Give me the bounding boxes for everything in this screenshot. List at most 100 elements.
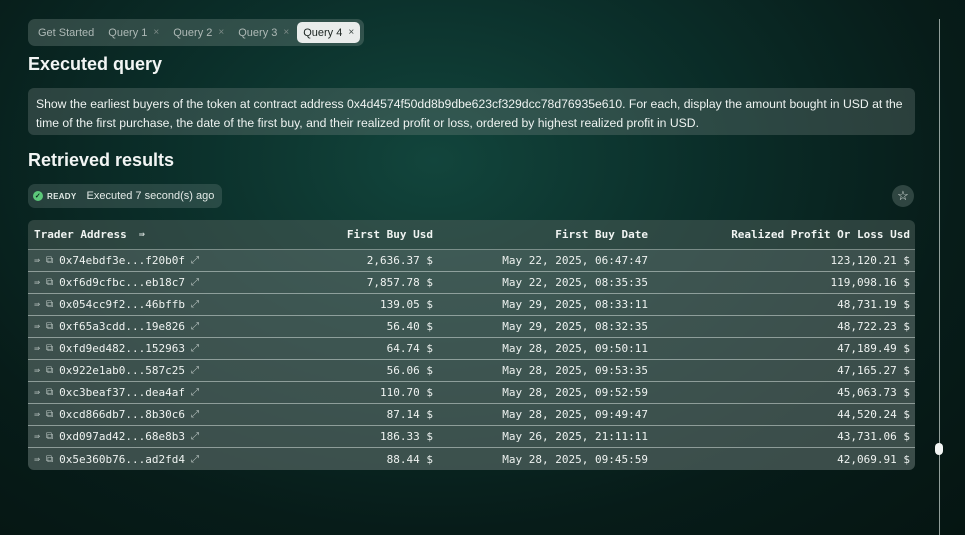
first-buy-usd-cell: 186.33 $	[380, 430, 433, 443]
check-icon: ✓	[33, 191, 43, 201]
first-buy-date-cell: May 28, 2025, 09:53:35	[502, 364, 648, 377]
close-icon[interactable]: ×	[153, 27, 159, 38]
filter-icon[interactable]: ⇛	[34, 343, 40, 354]
table-row: ⇛ ⧉ 0x74ebdf3e...f20b0f ⤢ 2,636.37 $ May 22, …	[28, 250, 915, 272]
tab-label: Get Started	[38, 26, 95, 39]
realized-profit-cell: 48,722.23 $	[837, 320, 910, 333]
star-button[interactable]: ☆	[892, 185, 914, 207]
copy-icon[interactable]: ⧉	[46, 255, 53, 266]
retrieved-results-heading: Retrieved results	[28, 150, 175, 170]
trader-address-cell: ⇛ ⧉ 0xf65a3cdd...19e826 ⤢	[28, 320, 228, 333]
copy-icon[interactable]: ⧉	[46, 321, 53, 332]
table-row: ⇛ ⧉ 0xc3beaf37...dea4af ⤢ 110.70 $ May 28, 20…	[28, 382, 915, 404]
filter-icon[interactable]: ⇛	[34, 255, 40, 266]
trader-address: 0x74ebdf3e...f20b0f	[59, 254, 186, 267]
filter-icon[interactable]: ⇛	[34, 454, 40, 465]
trader-address-cell: ⇛ ⧉ 0xf6d9cfbc...eb18c7 ⤢	[28, 276, 228, 289]
external-link-icon[interactable]: ⤢	[191, 387, 199, 398]
scrollbar-track[interactable]	[939, 19, 940, 535]
external-link-icon[interactable]: ⤢	[191, 365, 199, 376]
sort-icon[interactable]: ⇛	[139, 229, 145, 240]
external-link-icon[interactable]: ⤢	[191, 277, 199, 288]
first-buy-usd-cell: 88.44 $	[386, 452, 433, 466]
first-buy-date-cell: May 28, 2025, 09:50:11	[502, 342, 648, 355]
copy-icon[interactable]: ⧉	[46, 409, 53, 420]
external-link-icon[interactable]: ⤢	[191, 299, 199, 310]
scrollbar-handle[interactable]	[935, 443, 943, 455]
first-buy-date-cell: May 29, 2025, 08:32:35	[502, 320, 648, 333]
close-icon[interactable]: ×	[218, 27, 224, 38]
first-buy-usd-cell: 56.06 $	[386, 364, 433, 377]
executed-query-text: Show the earliest buyers of the token at…	[28, 88, 915, 135]
close-icon[interactable]: ×	[348, 27, 354, 38]
external-link-icon[interactable]: ⤢	[191, 409, 199, 420]
tab-query-1[interactable]: Query 1 ×	[102, 22, 165, 43]
first-buy-date-cell: May 28, 2025, 09:45:59	[502, 452, 648, 466]
copy-icon[interactable]: ⧉	[46, 343, 53, 354]
column-header-trader-address[interactable]: Trader Address ⇛	[28, 228, 228, 241]
column-header-first-buy-date[interactable]: First Buy Date	[433, 228, 648, 241]
filter-icon[interactable]: ⇛	[34, 387, 40, 398]
external-link-icon[interactable]: ⤢	[191, 431, 199, 442]
realized-profit-cell: 44,520.24 $	[837, 408, 910, 421]
results-table: Trader Address ⇛ First Buy Usd First Buy…	[28, 220, 915, 470]
tab-label: Query 1	[108, 26, 148, 39]
filter-icon[interactable]: ⇛	[34, 321, 40, 332]
first-buy-usd-cell: 139.05 $	[380, 298, 433, 311]
tab-query-2[interactable]: Query 2 ×	[167, 22, 230, 43]
first-buy-usd-cell: 87.14 $	[386, 408, 433, 421]
filter-icon[interactable]: ⇛	[34, 431, 40, 442]
copy-icon[interactable]: ⧉	[46, 365, 53, 376]
trader-address-cell: ⇛ ⧉ 0x922e1ab0...587c25 ⤢	[28, 364, 228, 377]
tab-query-3[interactable]: Query 3 ×	[232, 22, 295, 43]
trader-address-cell: ⇛ ⧉ 0xcd866db7...8b30c6 ⤢	[28, 408, 228, 421]
first-buy-date-cell: May 28, 2025, 09:49:47	[502, 408, 648, 421]
first-buy-usd-cell: 2,636.37 $	[366, 254, 433, 267]
first-buy-date-cell: May 22, 2025, 08:35:35	[502, 276, 648, 289]
external-link-icon[interactable]: ⤢	[191, 343, 199, 354]
realized-profit-cell: 123,120.21 $	[830, 254, 910, 267]
first-buy-usd-cell: 7,857.78 $	[366, 276, 433, 289]
table-row: ⇛ ⧉ 0xcd866db7...8b30c6 ⤢ 87.14 $ May 28, 202…	[28, 404, 915, 426]
tab-label: Query 2	[173, 26, 213, 39]
filter-icon[interactable]: ⇛	[34, 299, 40, 310]
realized-profit-cell: 48,731.19 $	[837, 298, 910, 311]
table-row: ⇛ ⧉ 0xfd9ed482...152963 ⤢ 64.74 $ May 28, 202…	[28, 338, 915, 360]
query-tabs: Get Started Query 1 × Query 2 × Query 3 × Query…	[28, 19, 365, 46]
tab-label: Query 4	[303, 26, 343, 39]
table-row: ⇛ ⧉ 0xd097ad42...68e8b3 ⤢ 186.33 $ May 26, 20…	[28, 426, 915, 448]
table-header: Trader Address ⇛ First Buy Usd First Buy…	[28, 220, 915, 250]
realized-profit-cell: 119,098.16 $	[830, 276, 910, 289]
column-header-realized-profit[interactable]: Realized Profit Or Loss Usd	[648, 228, 910, 241]
trader-address-cell: ⇛ ⧉ 0xd097ad42...68e8b3 ⤢	[28, 430, 228, 443]
first-buy-usd-cell: 56.40 $	[386, 320, 433, 333]
realized-profit-cell: 47,189.49 $	[837, 342, 910, 355]
first-buy-date-cell: May 29, 2025, 08:33:11	[502, 298, 648, 311]
copy-icon[interactable]: ⧉	[46, 299, 53, 310]
trader-address: 0xf65a3cdd...19e826	[59, 320, 186, 333]
filter-icon[interactable]: ⇛	[34, 277, 40, 288]
copy-icon[interactable]: ⧉	[46, 277, 53, 288]
copy-icon[interactable]: ⧉	[46, 454, 53, 465]
table-row: ⇛ ⧉ 0x922e1ab0...587c25 ⤢ 56.06 $ May 28, 202…	[28, 360, 915, 382]
column-header-first-buy-usd[interactable]: First Buy Usd	[228, 228, 433, 241]
table-row: ⇛ ⧉ 0x054cc9f2...46bffb ⤢ 139.05 $ May 29, 20…	[28, 294, 915, 316]
external-link-icon[interactable]: ⤢	[191, 321, 199, 332]
tab-query-4[interactable]: Query 4 ×	[297, 22, 361, 43]
copy-icon[interactable]: ⧉	[46, 387, 53, 398]
table-row: ⇛ ⧉ 0xf65a3cdd...19e826 ⤢ 56.40 $ May 29, 202…	[28, 316, 915, 338]
status-badge: ✓ READY	[33, 191, 77, 201]
tab-get-started[interactable]: Get Started	[32, 22, 100, 43]
copy-icon[interactable]: ⧉	[46, 431, 53, 442]
realized-profit-cell: 43,731.06 $	[837, 430, 910, 443]
filter-icon[interactable]: ⇛	[34, 409, 40, 420]
filter-icon[interactable]: ⇛	[34, 365, 40, 376]
external-link-icon[interactable]: ⤢	[191, 454, 199, 465]
close-icon[interactable]: ×	[283, 27, 289, 38]
external-link-icon[interactable]: ⤢	[191, 255, 199, 266]
trader-address-cell: ⇛ ⧉ 0x054cc9f2...46bffb ⤢	[28, 298, 228, 311]
column-label: Trader Address	[34, 228, 127, 241]
status-badge-label: READY	[47, 191, 77, 201]
executed-time: Executed 7 second(s) ago	[86, 190, 215, 202]
first-buy-usd-cell: 64.74 $	[386, 342, 433, 355]
